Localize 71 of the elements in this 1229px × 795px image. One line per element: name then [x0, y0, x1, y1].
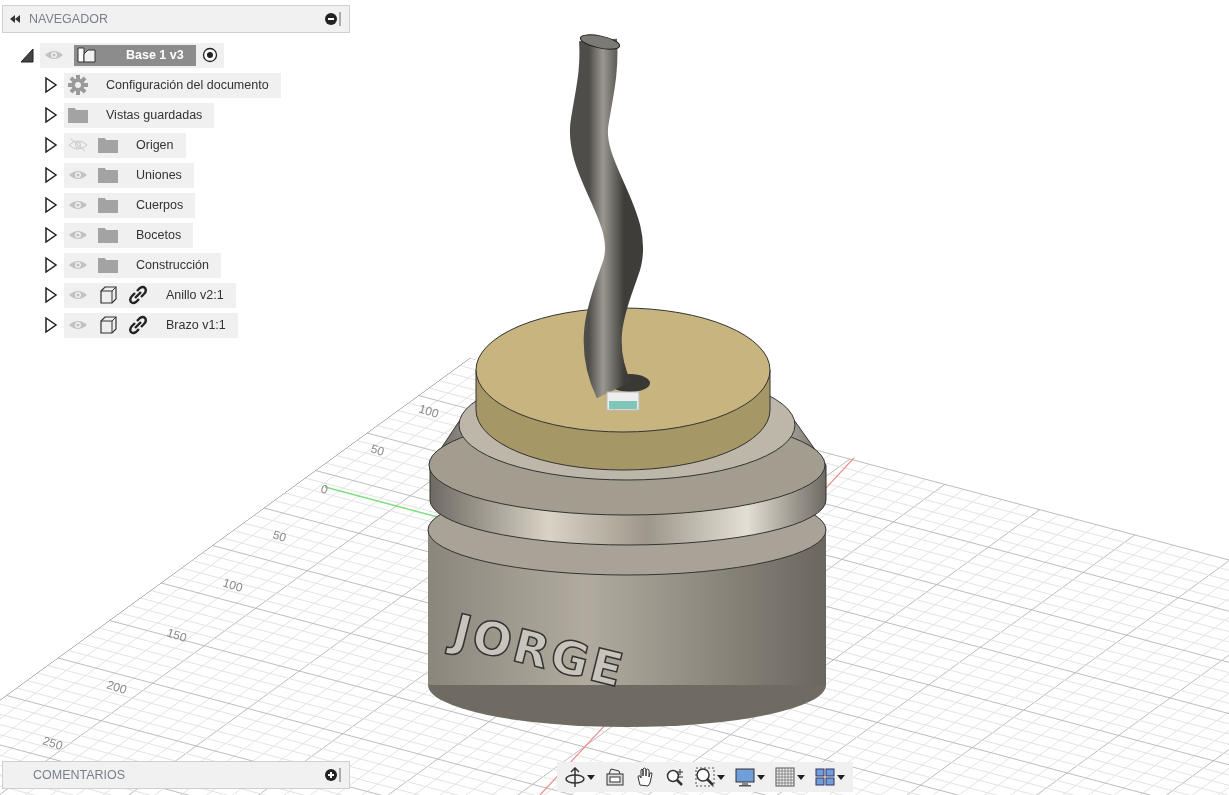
grid-icon	[775, 767, 795, 787]
tree-row[interactable]: Origen	[64, 132, 186, 158]
grid-button[interactable]	[773, 764, 807, 790]
folder-icon	[98, 167, 118, 183]
tree-row[interactable]: Cuerpos	[64, 192, 196, 218]
tree-label[interactable]: Anillo v2:1	[166, 288, 224, 302]
grid-label: 100	[221, 575, 245, 596]
tree-row[interactable]: Construcción	[64, 252, 221, 278]
grid-label: 50	[369, 441, 387, 459]
tree-row[interactable]: Brazo v1:1	[64, 312, 238, 338]
cube-icon	[98, 285, 118, 305]
link-icon	[128, 285, 148, 305]
cube-icon	[98, 315, 118, 335]
model-engraving: JORGE	[447, 603, 631, 699]
tree-label[interactable]: Uniones	[136, 168, 182, 182]
link-icon	[128, 315, 148, 335]
expand-arrow-icon[interactable]	[44, 317, 58, 333]
hand-icon	[635, 767, 655, 787]
expand-arrow-icon[interactable]	[44, 167, 58, 183]
expand-arrow-icon[interactable]	[44, 287, 58, 303]
collapse-arrow-icon[interactable]	[20, 47, 34, 63]
minimize-icon[interactable]	[325, 13, 337, 25]
caret-icon[interactable]	[587, 774, 595, 780]
tree-label[interactable]: Origen	[136, 138, 174, 152]
grid-label: 200	[105, 677, 129, 698]
zoom-fit-icon	[695, 767, 715, 787]
grid-label: 250	[41, 733, 65, 754]
monitor-icon	[735, 767, 755, 787]
active-radio-icon[interactable]	[201, 47, 218, 63]
tree-row[interactable]: Vistas guardadas	[64, 102, 215, 128]
tree-label[interactable]: Vistas guardadas	[106, 108, 203, 122]
folder-icon	[98, 227, 118, 243]
expand-arrow-icon[interactable]	[44, 197, 58, 213]
component-icon	[76, 45, 98, 65]
grid-label: 100	[417, 401, 441, 422]
caret-icon[interactable]	[837, 774, 845, 780]
tree-row[interactable]: Anillo v2:1	[64, 282, 236, 308]
folder-icon	[98, 137, 118, 153]
zoom-icon	[665, 767, 685, 787]
tree-label[interactable]: Construcción	[136, 258, 209, 272]
grid-label: 50	[271, 527, 289, 545]
tree-row[interactable]: Bocetos	[64, 222, 194, 248]
panel-title: COMENTARIOS	[33, 768, 127, 782]
folder-icon	[98, 257, 118, 273]
grid-label: 0	[319, 481, 330, 497]
tree-label[interactable]: Configuración del documento	[106, 78, 269, 92]
collapse-icon[interactable]	[9, 14, 21, 24]
panel-title: NAVEGADOR	[29, 12, 109, 26]
grid-label: 150	[165, 625, 189, 646]
viewports-icon	[815, 767, 835, 787]
gear-icon	[68, 75, 88, 95]
caret-icon[interactable]	[717, 774, 725, 780]
tree-label[interactable]: Bocetos	[136, 228, 182, 242]
caret-icon[interactable]	[797, 774, 805, 780]
expand-arrow-icon[interactable]	[44, 137, 58, 153]
caret-icon[interactable]	[757, 774, 765, 780]
tree-row[interactable]: Uniones	[64, 162, 194, 188]
tree-label[interactable]: Brazo v1:1	[166, 318, 226, 332]
screen-icon	[605, 767, 625, 787]
tree-label[interactable]: Cuerpos	[136, 198, 184, 212]
folder-icon	[68, 107, 88, 123]
expand-arrow-icon[interactable]	[44, 227, 58, 243]
expand-arrow-icon[interactable]	[44, 257, 58, 273]
add-icon[interactable]	[325, 769, 337, 781]
fit-button[interactable]	[693, 764, 727, 790]
expand-arrow-icon[interactable]	[44, 107, 58, 123]
tree-row[interactable]: Configuración del documento	[64, 72, 281, 98]
folder-icon	[98, 197, 118, 213]
orbit-button[interactable]	[563, 764, 597, 790]
orbit-icon	[565, 767, 585, 787]
expand-arrow-icon[interactable]	[44, 77, 58, 93]
